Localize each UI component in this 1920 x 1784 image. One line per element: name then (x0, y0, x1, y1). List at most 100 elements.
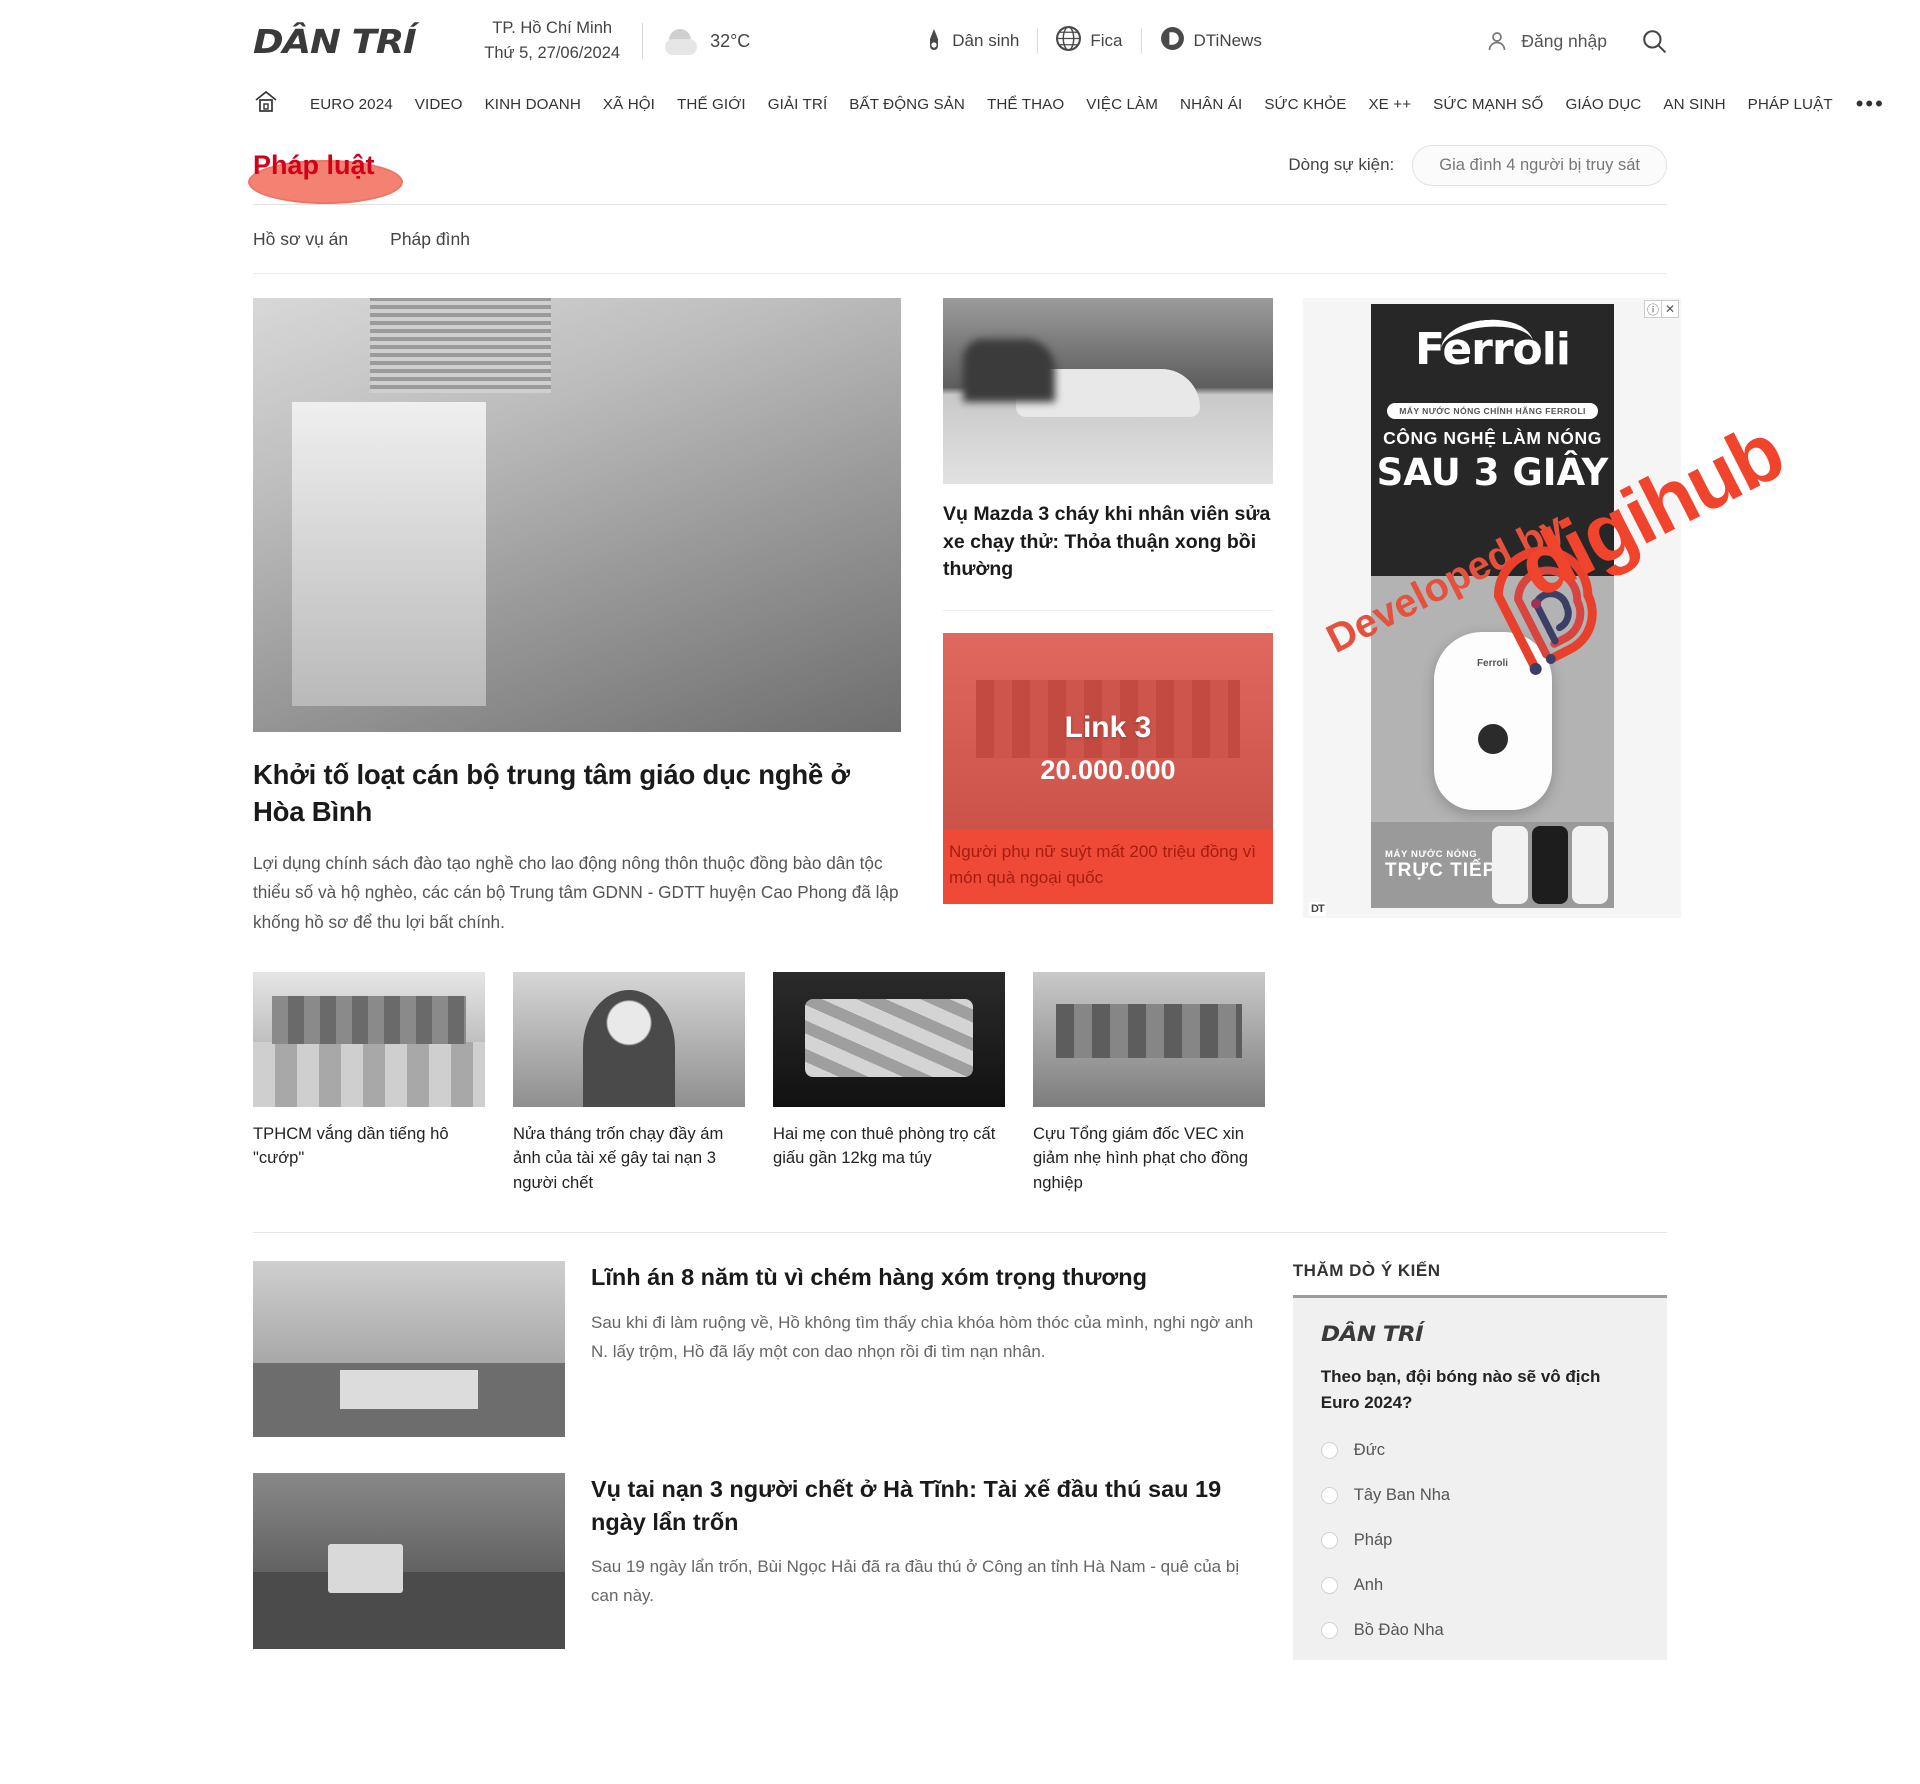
mid-article[interactable]: Vụ Mazda 3 cháy khi nhân viên sửa xe chạ… (943, 298, 1273, 584)
article-card[interactable]: TPHCM vắng dần tiếng hô "cướp" (253, 971, 485, 1197)
article-card[interactable]: Nửa tháng trốn chạy đầy ám ảnh của tài x… (513, 971, 745, 1197)
article-card-title[interactable]: Hai mẹ con thuê phòng trọ cất giấu gần 1… (773, 1122, 1005, 1172)
tab-phap-dinh[interactable]: Pháp đình (390, 229, 470, 250)
poll-option-label: Pháp (1353, 1531, 1393, 1550)
nav-item-suc-manh-so[interactable]: SỨC MẠNH SỐ (1422, 96, 1554, 113)
water-heater-product-image: Ferroli (1433, 632, 1552, 810)
article-card-title[interactable]: TPHCM vắng dần tiếng hô "cướp" (253, 1122, 485, 1172)
list-item[interactable]: Vụ tai nạn 3 người chết ở Hà Tĩnh: Tài x… (253, 1473, 1263, 1650)
poll-option-bo-dao-nha[interactable]: Bồ Đào Nha (1320, 1621, 1639, 1640)
poll-heading: THĂM DÒ Ý KIẾN (1292, 1261, 1441, 1281)
promo-image[interactable]: Link 3 20.000.000 (943, 633, 1273, 830)
radio-icon[interactable] (1320, 1577, 1338, 1595)
nav-item-nhan-ai[interactable]: NHÂN ÁI (1169, 96, 1253, 113)
article-card-title[interactable]: Cựu Tổng giám đốc VEC xin giảm nhẹ hình … (1033, 1122, 1265, 1197)
nav-item-bat-dong-san[interactable]: BẤT ĐỘNG SẢN (838, 96, 976, 113)
nav-item-xa-hoi[interactable]: XÃ HỘI (592, 96, 666, 113)
channel-link-dan-sinh[interactable]: Dân sinh (925, 28, 1019, 54)
divider (943, 610, 1273, 612)
nav-item-kinh-doanh[interactable]: KINH DOANH (474, 96, 592, 113)
poll-option-label: Bồ Đào Nha (1353, 1621, 1444, 1640)
nav-item-giao-duc[interactable]: GIÁO DỤC (1554, 96, 1652, 113)
tab-ho-so-vu-an[interactable]: Hồ sơ vụ án (253, 229, 348, 250)
poll-widget: THĂM DÒ Ý KIẾN DÂN TRÍ Theo bạn, đội bón… (1292, 1261, 1667, 1685)
nav-item-xe[interactable]: XE ++ (1357, 96, 1422, 113)
mid-article-image[interactable] (943, 298, 1273, 484)
promo-article[interactable]: Link 3 20.000.000 Người phụ nữ suýt mất … (943, 633, 1273, 905)
article-image[interactable] (253, 1261, 565, 1438)
nav-item-viec-lam[interactable]: VIỆC LÀM (1075, 96, 1169, 113)
article-card[interactable]: Hai mẹ con thuê phòng trọ cất giấu gần 1… (773, 971, 1005, 1197)
location-city: TP. Hồ Chí Minh (492, 19, 613, 38)
article-card[interactable]: Cựu Tổng giám đốc VEC xin giảm nhẹ hình … (1033, 971, 1265, 1197)
list-item[interactable]: Lĩnh án 8 năm tù vì chém hàng xóm trọng … (253, 1261, 1263, 1438)
poll-option-anh[interactable]: Anh (1320, 1576, 1639, 1595)
current-date: Thứ 5, 27/06/2024 (484, 44, 621, 62)
mid-article-title[interactable]: Vụ Mazda 3 cháy khi nhân viên sửa xe chạ… (943, 501, 1273, 584)
poll-option-label: Tây Ban Nha (1353, 1486, 1451, 1505)
article-card-row: TPHCM vắng dần tiếng hô "cướp" Nửa tháng… (0, 971, 1920, 1197)
article-title[interactable]: Vụ tai nạn 3 người chết ở Hà Tĩnh: Tài x… (591, 1473, 1263, 1538)
article-card-title[interactable]: Nửa tháng trốn chạy đầy ám ảnh của tài x… (513, 1122, 745, 1197)
article-summary: Sau 19 ngày lẩn trốn, Bùi Ngọc Hải đã ra… (591, 1557, 1240, 1606)
product-unit (1572, 826, 1608, 904)
article-summary: Sau khi đi làm ruộng về, Hồ không tìm th… (591, 1312, 1254, 1361)
poll-option-label: Anh (1353, 1576, 1384, 1595)
temperature: 32°C (710, 30, 751, 51)
article-card-image[interactable] (773, 971, 1005, 1107)
search-icon[interactable] (1641, 28, 1667, 54)
radio-icon[interactable] (1320, 1487, 1338, 1505)
article-title[interactable]: Lĩnh án 8 năm tù vì chém hàng xóm trọng … (591, 1261, 1263, 1293)
site-logo[interactable]: DÂN TRÍ (253, 22, 417, 61)
hero-image[interactable] (253, 298, 901, 732)
section-divider (253, 1232, 1667, 1234)
weather-block[interactable]: 32°C (665, 27, 750, 55)
ad-footer-line-1: MÁY NƯỚC NÓNG (1385, 848, 1478, 860)
product-unit (1492, 826, 1528, 904)
radio-icon[interactable] (1320, 1442, 1338, 1460)
article-image[interactable] (253, 1473, 565, 1650)
nav-item-video[interactable]: VIDEO (404, 96, 474, 113)
promo-link-label: Link 3 (1064, 711, 1152, 745)
nav-item-giai-tri[interactable]: GIẢI TRÍ (757, 96, 839, 113)
sub-tabs: Hồ sơ vụ án Pháp đình (0, 205, 1920, 273)
nav-more-icon[interactable]: ••• (1844, 92, 1885, 114)
nav-item-suc-khoe[interactable]: SỨC KHỎE (1253, 96, 1357, 113)
article-card-image[interactable] (513, 971, 745, 1107)
poll-option-duc[interactable]: Đức (1320, 1441, 1639, 1460)
event-stream-pill[interactable]: Gia đình 4 người bị truy sát (1412, 144, 1667, 186)
promo-caption[interactable]: Người phụ nữ suýt mất 200 triệu đồng vì … (943, 829, 1273, 905)
poll-option-phap[interactable]: Pháp (1320, 1531, 1639, 1550)
channel-label: DTiNews (1193, 31, 1262, 50)
article-text: Lĩnh án 8 năm tù vì chém hàng xóm trọng … (591, 1261, 1263, 1437)
poll-option-tay-ban-nha[interactable]: Tây Ban Nha (1320, 1486, 1639, 1505)
header-right-actions: Đăng nhập (1485, 28, 1667, 54)
globe-icon (1056, 26, 1082, 56)
close-icon[interactable]: ✕ (1661, 300, 1679, 318)
channel-link-dtinews[interactable]: DTiNews (1160, 26, 1262, 56)
nav-item-phap-luat[interactable]: PHÁP LUẬT (1737, 96, 1844, 113)
nav-item-an-sinh[interactable]: AN SINH (1652, 96, 1736, 113)
dt-ad-tag: DT (1309, 902, 1326, 916)
article-card-image[interactable] (1033, 971, 1265, 1107)
ad-footer-strip: MÁY NƯỚC NÓNG TRỰC TIẾP (1371, 822, 1614, 908)
article-text: Vụ tai nạn 3 người chết ở Hà Tĩnh: Tài x… (591, 1473, 1263, 1649)
ad-footer-text: MÁY NƯỚC NÓNG TRỰC TIẾP (1371, 849, 1496, 882)
login-button[interactable]: Đăng nhập (1485, 29, 1607, 53)
nav-item-euro-2024[interactable]: EURO 2024 (299, 96, 404, 113)
home-icon[interactable] (253, 89, 279, 119)
hero-title[interactable]: Khởi tố loạt cán bộ trung tâm giáo dục n… (253, 756, 901, 831)
hero-article[interactable]: Khởi tố loạt cán bộ trung tâm giáo dục n… (253, 298, 901, 938)
article-card-image[interactable] (253, 971, 485, 1107)
info-icon[interactable]: ⓘ (1644, 300, 1662, 318)
ad-bottom-panel: Ferroli MÁY NƯỚC NÓNG TRỰC TIẾP (1371, 576, 1614, 908)
radio-icon[interactable] (1320, 1532, 1338, 1550)
poll-option-label: Đức (1353, 1441, 1385, 1460)
nav-item-the-thao[interactable]: THỂ THAO (976, 96, 1075, 113)
channel-link-fica[interactable]: Fica (1056, 26, 1123, 56)
advertisement[interactable]: ⓘ ✕ Ferroli MÁY NƯỚC NÓNG CHÍNH HÃNG FER… (1303, 298, 1681, 918)
radio-icon[interactable] (1320, 1622, 1338, 1640)
nav-item-the-gioi[interactable]: THẾ GIỚI (666, 96, 757, 113)
location-date: TP. Hồ Chí Minh Thứ 5, 27/06/2024 (484, 16, 620, 66)
ad-pill-text: MÁY NƯỚC NÓNG CHÍNH HÃNG FERROLI (1387, 403, 1598, 419)
